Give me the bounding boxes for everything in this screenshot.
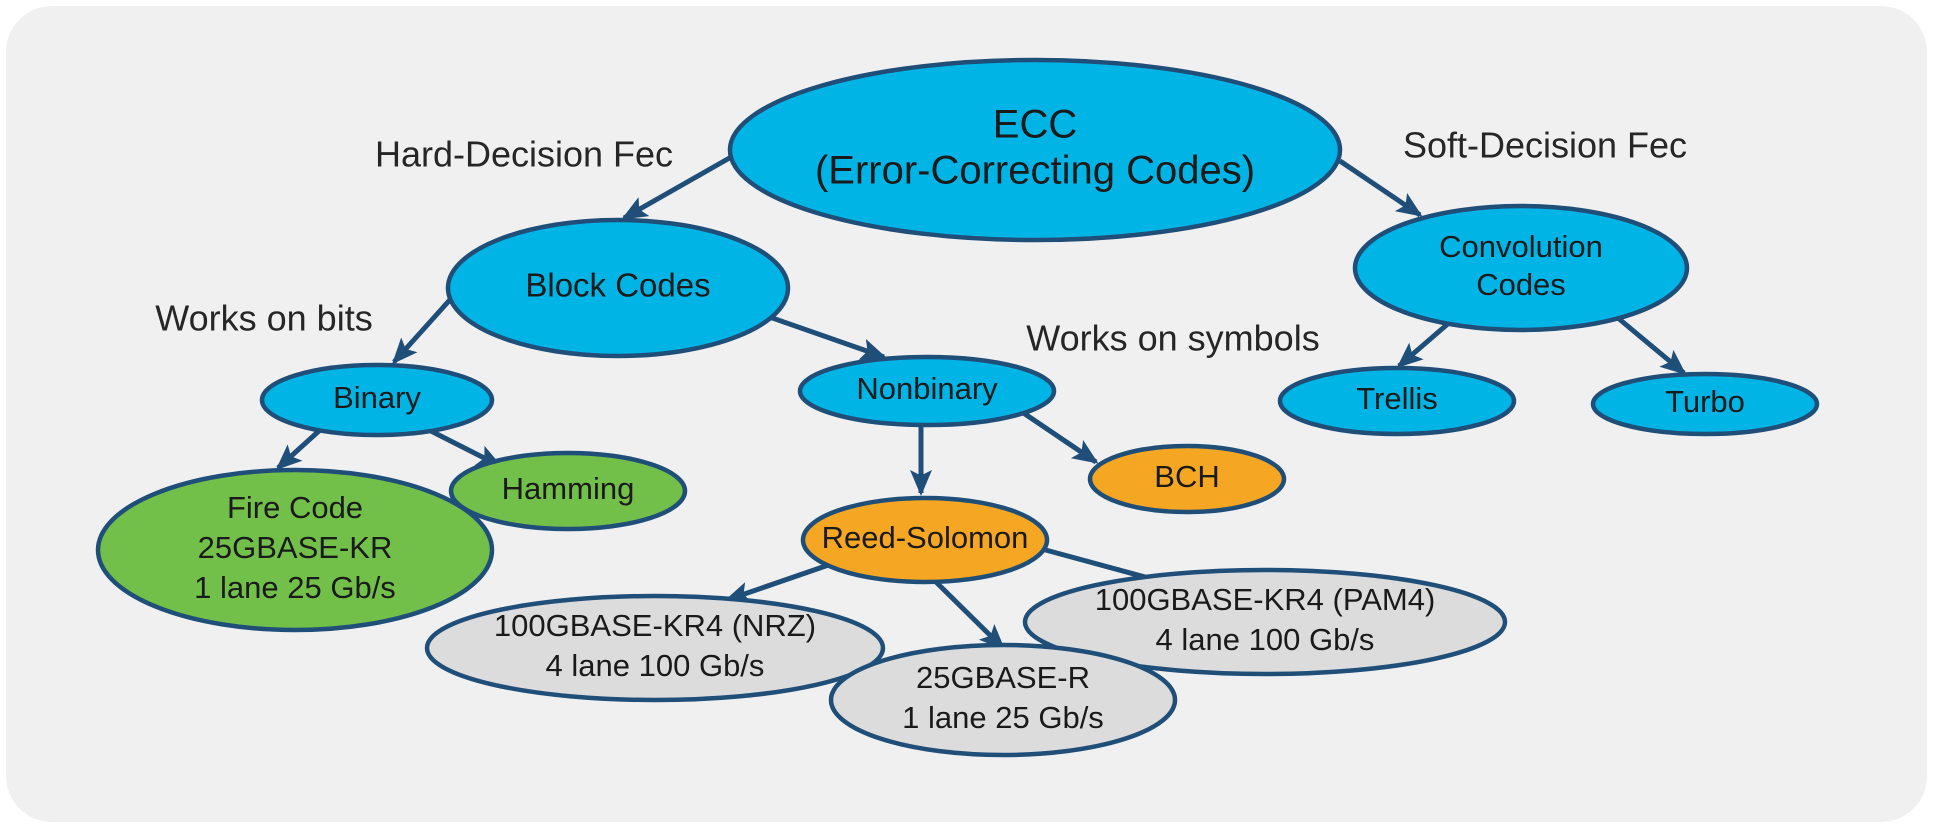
node-label-100gbase-kr4-pam4-line-1: 100GBASE-KR4 (PAM4) <box>1095 582 1436 617</box>
diagram-canvas: ECC (Error-Correcting Codes) Block Codes Co… <box>0 0 1933 828</box>
edge-binary-to-fire-code <box>275 428 322 471</box>
node-binary[interactable]: Binary <box>259 362 495 438</box>
node-label-ecc-line-2: (Error-Correcting Codes) <box>815 149 1255 193</box>
node-label-fire-code-line-3: 1 lane 25 Gb/s <box>194 570 396 605</box>
edge-ecc-to-convolution-codes <box>1338 158 1423 218</box>
node-100gbase-kr4-nrz[interactable]: 100GBASE-KR4 (NRZ) 4 lane 100 Gb/s <box>424 593 886 703</box>
edge-nonbinary-to-bch <box>1020 409 1099 465</box>
node-label-25gbase-r-line-2: 1 lane 25 Gb/s <box>902 700 1104 735</box>
node-trellis[interactable]: Trellis <box>1277 365 1517 437</box>
node-25gbase-r[interactable]: 25GBASE-R 1 lane 25 Gb/s <box>828 642 1178 758</box>
node-label-fire-code-line-1: Fire Code <box>227 490 363 525</box>
node-label-reed-solomon-line-1: Reed-Solomon <box>822 520 1029 555</box>
node-nonbinary[interactable]: Nonbinary <box>797 354 1057 428</box>
node-label-100gbase-kr4-nrz-line-1: 100GBASE-KR4 (NRZ) <box>494 608 816 643</box>
node-label-trellis-line-1: Trellis <box>1356 381 1438 416</box>
node-reed-solomon[interactable]: Reed-Solomon <box>800 495 1050 585</box>
ecc-taxonomy-diagram: ECC(Error-Correcting Codes) Block Codes Co… <box>95 57 1820 758</box>
edge-binary-to-hamming <box>423 425 503 469</box>
annotation-works-on-symbols: Works on symbols <box>1026 318 1319 359</box>
node-label-binary-line-1: Binary <box>333 380 421 415</box>
edge-block-codes-to-nonbinary <box>757 310 887 360</box>
node-label-hamming-line-1: Hamming <box>502 471 635 506</box>
node-label-25gbase-r-line-1: 25GBASE-R <box>916 660 1090 695</box>
node-ecc[interactable]: ECC(Error-Correcting Codes) <box>727 57 1343 243</box>
node-turbo[interactable]: Turbo <box>1590 371 1820 437</box>
node-label-ecc-line-1: ECC <box>993 103 1077 147</box>
node-label-bch-line-1: BCH <box>1154 459 1219 494</box>
node-label-convolution-codes-line-2: Codes <box>1476 267 1566 302</box>
annotation-hard-decision-fec: Hard-Decision Fec <box>375 134 673 175</box>
node-label-nonbinary-line-1: Nonbinary <box>856 371 998 406</box>
node-label-turbo-line-1: Turbo <box>1665 384 1745 419</box>
node-label-100gbase-kr4-nrz-line-2: 4 lane 100 Gb/s <box>546 648 765 683</box>
node-convolution-codes[interactable]: ConvolutionCodes <box>1352 203 1690 333</box>
node-hamming[interactable]: Hamming <box>448 450 688 532</box>
annotation-soft-decision-fec: Soft-Decision Fec <box>1403 125 1687 166</box>
node-label-convolution-codes-line-1: Convolution <box>1439 229 1603 264</box>
node-label-fire-code-line-2: 25GBASE-KR <box>198 530 393 565</box>
node-fire-code[interactable]: Fire Code 25GBASE-KR 1 lane 25 Gb/s <box>95 467 495 633</box>
annotation-works-on-bits: Works on bits <box>155 298 372 339</box>
edge-convolution-codes-to-turbo <box>1616 316 1687 375</box>
edge-reed-solomon-to-25gbase-r <box>934 580 1006 651</box>
node-label-100gbase-kr4-pam4-line-2: 4 lane 100 Gb/s <box>1156 622 1375 657</box>
node-label-block-codes-line-1: Block Codes <box>525 267 710 304</box>
node-bch[interactable]: BCH <box>1087 443 1287 515</box>
edge-convolution-codes-to-trellis <box>1396 320 1452 368</box>
node-block-codes[interactable]: Block Codes <box>445 217 791 359</box>
